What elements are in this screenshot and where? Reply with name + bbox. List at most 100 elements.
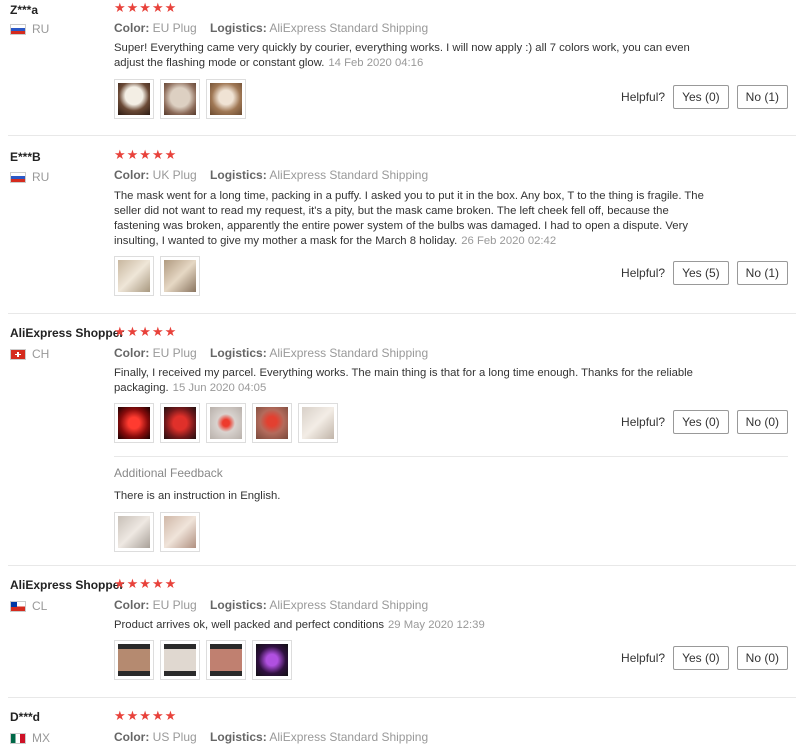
reviewer-country: RU [10, 170, 49, 184]
review-meta: Color: EU Plug Logistics: AliExpress Sta… [114, 598, 428, 612]
reviewer-name: AliExpress Shopper [10, 578, 125, 592]
review-body: Product arrives ok, well packed and perf… [114, 619, 385, 631]
helpful-label: Helpful? [621, 651, 666, 665]
logistics-label: Logistics: [210, 730, 267, 744]
review-photo[interactable] [114, 640, 154, 680]
review-text: Product arrives ok, well packed and perf… [114, 618, 714, 633]
review-4: AliExpress Shopper CL ★★★★★ Color: EU Pl… [0, 566, 800, 698]
review-photo[interactable] [252, 403, 292, 443]
helpful-label: Helpful? [621, 266, 666, 280]
review-photo[interactable] [114, 403, 154, 443]
no-button[interactable]: No (1) [736, 261, 788, 285]
review-text: The mask went for a long time, packing i… [114, 189, 714, 249]
logistics-label: Logistics: [210, 598, 267, 612]
logistics-value: AliExpress Standard Shipping [269, 168, 429, 182]
reviewer-name: AliExpress Shopper [10, 326, 125, 340]
review-photos [114, 256, 200, 296]
logistics-value: AliExpress Standard Shipping [269, 346, 429, 360]
review-date: 14 Feb 2020 04:16 [328, 57, 424, 69]
star-rating: ★★★★★ [114, 708, 178, 723]
star-rating: ★★★★★ [114, 0, 178, 15]
review-2: E***B RU ★★★★★ Color: UK Plug Logistics:… [0, 136, 800, 314]
review-photo[interactable] [298, 403, 338, 443]
color-label: Color: [114, 21, 150, 35]
review-photo[interactable] [160, 403, 200, 443]
reviewer-country: CH [10, 347, 49, 361]
color-value: UK Plug [152, 168, 197, 182]
star-rating: ★★★★★ [114, 324, 178, 339]
color-label: Color: [114, 346, 150, 360]
review-meta: Color: UK Plug Logistics: AliExpress Sta… [114, 168, 428, 182]
reviewer-country: RU [10, 22, 49, 36]
russia-flag-icon [10, 23, 26, 35]
review-photo[interactable] [252, 640, 292, 680]
review-1: Z***a RU ★★★★★ Color: EU Plug Logistics:… [0, 0, 800, 136]
country-code: CH [32, 347, 50, 361]
review-photos [114, 403, 338, 443]
country-code: MX [32, 731, 50, 745]
country-code: RU [32, 170, 50, 184]
review-photos [114, 79, 246, 119]
additional-feedback-text: There is an instruction in English. [114, 490, 281, 502]
color-value: EU Plug [152, 21, 197, 35]
review-photo[interactable] [160, 256, 200, 296]
review-text: Super! Everything came very quickly by c… [114, 41, 714, 71]
color-value: EU Plug [152, 346, 197, 360]
review-date: 29 May 2020 12:39 [388, 619, 485, 631]
logistics-value: AliExpress Standard Shipping [269, 730, 429, 744]
reviewer-name: E***B [10, 150, 41, 164]
country-code: RU [32, 22, 50, 36]
reviewer-country: MX [10, 731, 50, 745]
review-photo[interactable] [114, 256, 154, 296]
helpful-vote: Helpful? Yes (0) No (1) [621, 85, 788, 109]
logistics-label: Logistics: [210, 346, 267, 360]
color-label: Color: [114, 168, 150, 182]
yes-button[interactable]: Yes (0) [673, 646, 729, 670]
review-photo[interactable] [160, 512, 200, 552]
yes-button[interactable]: Yes (0) [673, 410, 729, 434]
logistics-value: AliExpress Standard Shipping [269, 598, 429, 612]
russia-flag-icon [10, 171, 26, 183]
helpful-label: Helpful? [621, 90, 666, 104]
review-photos [114, 640, 292, 680]
review-date: 15 Jun 2020 04:05 [172, 382, 267, 394]
no-button[interactable]: No (0) [736, 646, 788, 670]
country-code: CL [32, 599, 48, 613]
reviewer-name: Z***a [10, 3, 39, 17]
chile-flag-icon [10, 600, 26, 612]
color-label: Color: [114, 730, 150, 744]
review-photo[interactable] [114, 79, 154, 119]
no-button[interactable]: No (0) [736, 410, 788, 434]
logistics-label: Logistics: [210, 168, 267, 182]
color-value: US Plug [152, 730, 197, 744]
helpful-vote: Helpful? Yes (0) No (0) [621, 646, 788, 670]
review-photo[interactable] [206, 79, 246, 119]
review-photo[interactable] [114, 512, 154, 552]
review-photo[interactable] [206, 640, 246, 680]
review-photo[interactable] [160, 640, 200, 680]
review-3: AliExpress Shopper CH ★★★★★ Color: EU Pl… [0, 314, 800, 566]
helpful-vote: Helpful? Yes (0) No (0) [621, 410, 788, 434]
additional-divider [114, 456, 788, 457]
review-5: D***d MX ★★★★★ Color: US Plug Logistics:… [0, 698, 800, 747]
color-label: Color: [114, 598, 150, 612]
yes-button[interactable]: Yes (5) [673, 261, 729, 285]
additional-feedback-title: Additional Feedback [114, 466, 223, 480]
no-button[interactable]: No (1) [736, 85, 788, 109]
review-photo[interactable] [160, 79, 200, 119]
yes-button[interactable]: Yes (0) [673, 85, 729, 109]
review-body: The mask went for a long time, packing i… [114, 190, 704, 247]
review-photo[interactable] [206, 403, 246, 443]
helpful-vote: Helpful? Yes (5) No (1) [621, 261, 788, 285]
review-meta: Color: EU Plug Logistics: AliExpress Sta… [114, 21, 428, 35]
mexico-flag-icon [10, 732, 26, 744]
switzerland-flag-icon [10, 348, 26, 360]
review-text: Finally, I received my parcel. Everythin… [114, 366, 714, 396]
star-rating: ★★★★★ [114, 576, 178, 591]
reviewer-country: CL [10, 599, 47, 613]
logistics-value: AliExpress Standard Shipping [269, 21, 429, 35]
reviewer-name: D***d [10, 710, 41, 724]
logistics-label: Logistics: [210, 21, 267, 35]
review-meta: Color: US Plug Logistics: AliExpress Sta… [114, 730, 428, 744]
review-meta: Color: EU Plug Logistics: AliExpress Sta… [114, 346, 428, 360]
